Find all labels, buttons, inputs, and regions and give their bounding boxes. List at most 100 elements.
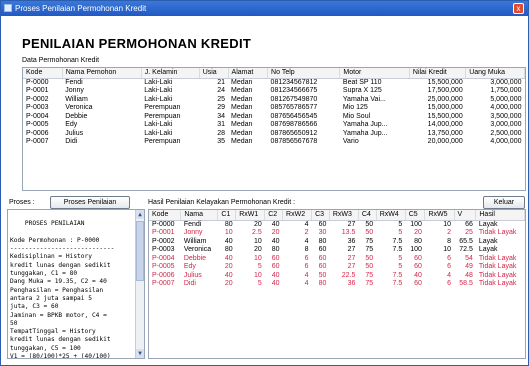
- result-column-header[interactable]: Kode: [149, 210, 182, 221]
- result-row[interactable]: P-0000 Fendi 80 20 40 4 60 27 50 5 100 10 66 Layak: [149, 220, 525, 229]
- result-cell: 4: [304, 280, 309, 287]
- table-cell: 21: [217, 78, 226, 86]
- result-cell: 20: [271, 229, 280, 236]
- log-scrollbar[interactable]: ▲ ▼: [135, 210, 144, 358]
- table-cell: 1,750,000: [490, 87, 522, 94]
- result-column-header[interactable]: Hasil: [475, 210, 525, 221]
- result-row[interactable]: P-0003 Veronica 80 20 80 8 60 27 75 7.5 100 10 72.5 L…: [149, 246, 525, 255]
- table-cell: Vario: [342, 138, 359, 145]
- table-row[interactable]: P-0001 Jonny Laki-Laki 24 Medan 081234566675 S…: [23, 87, 525, 96]
- table-cell: Medan: [231, 129, 253, 137]
- table-cell: P-0003: [26, 104, 49, 111]
- table-cell: Mio 125: [342, 104, 368, 111]
- process-label: Proses :: [9, 199, 35, 206]
- scroll-down-icon[interactable]: ▼: [136, 349, 144, 358]
- result-cell: 2: [447, 229, 451, 236]
- result-cell: 6: [304, 263, 309, 270]
- result-row[interactable]: P-0004 Debbie 40 10 60 6 60 27 50 5 60 6 54 Tidak Lay…: [149, 255, 525, 264]
- result-cell: 6: [447, 263, 451, 270]
- result-cell: 5: [398, 220, 403, 228]
- table-cell: 081234567812: [270, 78, 318, 86]
- result-cell: Layak: [478, 237, 498, 245]
- result-column-header[interactable]: C2: [264, 210, 284, 221]
- result-row[interactable]: P-0001 Jonny 10 2.5 20 2 30 13.5 50 5 20 2 25 Tidak L…: [149, 229, 525, 238]
- process-log-textarea[interactable]: PROSES PENILAIAN Kode Permohonan : P-000…: [7, 209, 145, 359]
- result-cell: 50: [365, 220, 374, 228]
- result-cell: 30: [318, 229, 327, 236]
- result-row[interactable]: P-0005 Edy 20 5 60 6 60 27 50 5 60 6 49 Tidak Layak: [149, 263, 525, 272]
- result-column-header[interactable]: C4: [358, 210, 377, 221]
- table-row[interactable]: P-0007 Didi Perempuan 35 Medan 087856567678 Va…: [23, 138, 525, 147]
- result-column-header[interactable]: V: [454, 210, 477, 221]
- table-cell: 3,500,000: [490, 112, 522, 120]
- applicant-column-header[interactable]: Uang Muka: [465, 68, 525, 79]
- result-cell: 80: [224, 220, 233, 228]
- table-row[interactable]: P-0004 Debbie Perempuan 34 Medan 087656456545…: [23, 113, 525, 122]
- table-cell: P-0007: [26, 138, 49, 145]
- process-button[interactable]: Proses Penilaian: [50, 196, 130, 209]
- table-cell: 087865650912: [270, 129, 318, 137]
- result-cell: Edy: [183, 263, 196, 270]
- result-cell: 80: [414, 237, 422, 245]
- applicant-column-header[interactable]: Usia: [199, 68, 229, 79]
- result-row[interactable]: P-0002 William 40 10 40 4 80 36 75 7.5 80 8 65.5 Laya…: [149, 238, 525, 247]
- result-cell: 4: [447, 271, 451, 279]
- table-cell: 15,000,000: [427, 104, 463, 111]
- result-column-header[interactable]: RxW2: [282, 210, 313, 221]
- result-column-header[interactable]: RxW1: [235, 210, 266, 221]
- result-cell: 75: [365, 271, 374, 279]
- result-cell: 6: [447, 254, 451, 262]
- exit-button[interactable]: Keluar: [483, 196, 525, 209]
- applicant-column-header[interactable]: Alamat: [228, 68, 269, 79]
- result-cell: 50: [318, 271, 327, 279]
- applicant-column-header[interactable]: J. Kelamin: [141, 68, 200, 79]
- table-row[interactable]: P-0000 Fendi Laki-Laki 21 Medan 081234567812 B…: [23, 78, 525, 87]
- table-row[interactable]: P-0005 Edy Laki-Laki 31 Medan 087698786566 Yam…: [23, 121, 525, 130]
- results-label: Hasil Penilaian Kelayakan Permohonan Kre…: [148, 199, 296, 206]
- table-cell: 13,750,000: [427, 129, 463, 137]
- result-cell: 66: [465, 220, 473, 228]
- result-cell: 40: [414, 271, 422, 279]
- result-row[interactable]: P-0007 Didi 20 5 40 4 80 36 75 7.5 60 6 58.5 Tidak La…: [149, 280, 525, 289]
- table-cell: Perempuan: [144, 104, 181, 111]
- table-cell: P-0001: [26, 87, 49, 94]
- applicant-column-header[interactable]: Nilai Kredit: [409, 68, 467, 79]
- table-cell: Yamaha Jup...: [342, 129, 388, 137]
- table-row[interactable]: P-0002 William Laki-Laki 25 Medan 08126754987…: [23, 96, 525, 105]
- result-cell: 20: [253, 246, 262, 253]
- table-cell: Fendi: [65, 78, 83, 86]
- result-cell: 100: [410, 246, 422, 253]
- close-button[interactable]: x: [513, 3, 524, 14]
- result-cell: 60: [318, 263, 327, 270]
- result-column-header[interactable]: RxW4: [376, 210, 406, 221]
- result-column-header[interactable]: RxW5: [424, 210, 455, 221]
- result-cell: 40: [224, 271, 233, 279]
- scroll-up-icon[interactable]: ▲: [136, 210, 144, 219]
- result-cell: 10: [253, 271, 262, 279]
- result-cell: 60: [271, 263, 280, 270]
- table-row[interactable]: P-0003 Veronica Perempuan 29 Medan 0857657865…: [23, 104, 525, 113]
- result-cell: 20: [224, 280, 233, 287]
- result-column-header[interactable]: C5: [405, 210, 426, 221]
- result-cell: Veronica: [183, 246, 212, 253]
- result-cell: P-0002: [152, 237, 175, 245]
- scroll-thumb[interactable]: [136, 221, 144, 281]
- result-column-header[interactable]: C3: [311, 210, 330, 221]
- table-cell: Laki-Laki: [144, 78, 173, 86]
- table-row[interactable]: P-0006 Julius Laki-Laki 28 Medan 087865650912…: [23, 130, 525, 139]
- table-cell: Medan: [231, 112, 253, 120]
- result-column-header[interactable]: C1: [217, 210, 237, 221]
- applicant-column-header[interactable]: Nama Pemohon: [62, 68, 142, 79]
- applicant-column-header[interactable]: Motor: [339, 68, 410, 79]
- result-column-header[interactable]: Nama: [180, 210, 219, 221]
- result-cell: 40: [271, 220, 280, 228]
- applicant-column-header[interactable]: No Telp: [267, 68, 341, 79]
- table-cell: P-0002: [26, 95, 49, 103]
- table-cell: 081234566675: [270, 87, 318, 94]
- table-cell: 25: [217, 95, 226, 103]
- result-column-header[interactable]: RxW3: [329, 210, 359, 221]
- result-cell: 2.5: [252, 229, 262, 236]
- result-row[interactable]: P-0006 Julius 40 10 40 4 50 22.5 75 7.5 40 4 48 Tidak…: [149, 272, 525, 281]
- table-cell: 15,500,000: [427, 78, 463, 86]
- applicant-column-header[interactable]: Kode: [23, 68, 63, 79]
